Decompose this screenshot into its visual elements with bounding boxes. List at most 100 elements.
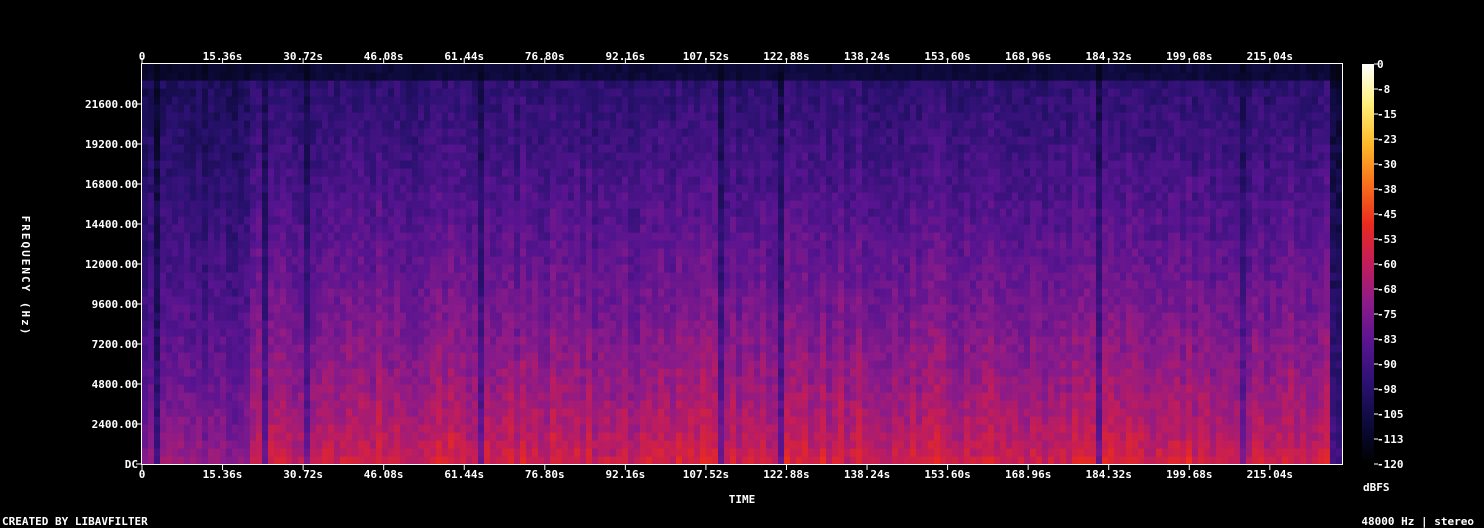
heatmap-cell <box>226 352 233 361</box>
heatmap-cell <box>220 176 227 185</box>
heatmap-cell <box>430 288 437 297</box>
heatmap-cell <box>364 168 371 177</box>
heatmap-cell <box>712 184 719 193</box>
heatmap-cell <box>280 256 287 265</box>
heatmap-cell <box>718 400 725 409</box>
heatmap-cell <box>472 296 479 305</box>
heatmap-cell <box>262 248 269 257</box>
heatmap-cell <box>682 168 689 177</box>
heatmap-cell <box>220 168 227 177</box>
heatmap-cell <box>370 376 377 385</box>
heatmap-cell <box>244 168 251 177</box>
heatmap-cell <box>520 224 527 233</box>
heatmap-cell <box>562 272 569 281</box>
heatmap-cell <box>286 72 293 81</box>
heatmap-cell <box>154 240 161 249</box>
heatmap-cell <box>706 320 713 329</box>
heatmap-cell <box>598 288 605 297</box>
heatmap-cell <box>184 216 191 225</box>
heatmap-cell <box>628 456 635 464</box>
heatmap-cell <box>316 336 323 345</box>
heatmap-cell <box>274 112 281 121</box>
heatmap-cell <box>520 352 527 361</box>
heatmap-cell <box>214 248 221 257</box>
heatmap-cell <box>208 296 215 305</box>
heatmap-cell <box>460 424 467 433</box>
heatmap-cell <box>286 64 293 73</box>
heatmap-cell <box>628 144 635 153</box>
heatmap-cell <box>166 440 173 449</box>
heatmap-cell <box>538 232 545 241</box>
heatmap-cell <box>256 208 263 217</box>
heatmap-cell <box>484 440 491 449</box>
heatmap-cell <box>418 408 425 417</box>
heatmap-cell <box>304 176 311 185</box>
heatmap-cell <box>244 80 251 89</box>
heatmap-cell <box>226 384 233 393</box>
heatmap-cell <box>682 160 689 169</box>
heatmap-cell <box>610 64 617 73</box>
heatmap-cell <box>268 424 275 433</box>
heatmap-cell <box>238 384 245 393</box>
heatmap-cell <box>490 376 497 385</box>
heatmap-cell <box>688 424 695 433</box>
heatmap-cell <box>580 304 587 313</box>
heatmap-cell <box>712 424 719 433</box>
heatmap-cell <box>730 384 737 393</box>
heatmap-cell <box>682 256 689 265</box>
heatmap-cell <box>406 328 413 337</box>
heatmap-cell <box>382 208 389 217</box>
heatmap-cell <box>430 144 437 153</box>
heatmap-cell <box>466 440 473 449</box>
heatmap-cell <box>562 344 569 353</box>
heatmap-cell <box>610 280 617 289</box>
heatmap-cell <box>208 160 215 169</box>
heatmap-cell <box>412 400 419 409</box>
heatmap-cell <box>652 192 659 201</box>
heatmap-cell <box>232 312 239 321</box>
heatmap-cell <box>298 264 305 273</box>
heatmap-cell <box>718 88 725 97</box>
heatmap-cell <box>640 328 647 337</box>
heatmap-cell <box>322 176 329 185</box>
heatmap-cell <box>412 272 419 281</box>
heatmap-cell <box>304 304 311 313</box>
heatmap-cell <box>436 304 443 313</box>
heatmap-cell <box>646 272 653 281</box>
heatmap-cell <box>568 72 575 81</box>
heatmap-cell <box>460 440 467 449</box>
heatmap-cell <box>622 456 629 464</box>
heatmap-cell <box>514 424 521 433</box>
heatmap-cell <box>694 360 701 369</box>
heatmap-cell <box>352 152 359 161</box>
heatmap-cell <box>448 216 455 225</box>
heatmap-cell <box>532 248 539 257</box>
heatmap-cell <box>454 280 461 289</box>
heatmap-cell <box>730 224 737 233</box>
heatmap-cell <box>520 280 527 289</box>
heatmap-cell <box>544 336 551 345</box>
heatmap-cell <box>406 216 413 225</box>
heatmap-cell <box>598 208 605 217</box>
heatmap-cell <box>328 352 335 361</box>
heatmap-cell <box>298 120 305 129</box>
heatmap-cell <box>400 240 407 249</box>
heatmap-cell <box>268 360 275 369</box>
heatmap-cell <box>598 296 605 305</box>
heatmap-cell <box>478 200 485 209</box>
heatmap-cell <box>268 296 275 305</box>
heatmap-cell <box>214 320 221 329</box>
heatmap-cell <box>454 88 461 97</box>
heatmap-cell <box>682 224 689 233</box>
heatmap-cell <box>664 304 671 313</box>
heatmap-cell <box>220 272 227 281</box>
heatmap-cell <box>304 120 311 129</box>
heatmap-cell <box>280 248 287 257</box>
heatmap-cell <box>706 248 713 257</box>
heatmap-cell <box>370 432 377 441</box>
heatmap-cell <box>352 216 359 225</box>
heatmap-cell <box>376 392 383 401</box>
heatmap-cell <box>646 96 653 105</box>
heatmap-cell <box>466 320 473 329</box>
heatmap-cell <box>466 176 473 185</box>
